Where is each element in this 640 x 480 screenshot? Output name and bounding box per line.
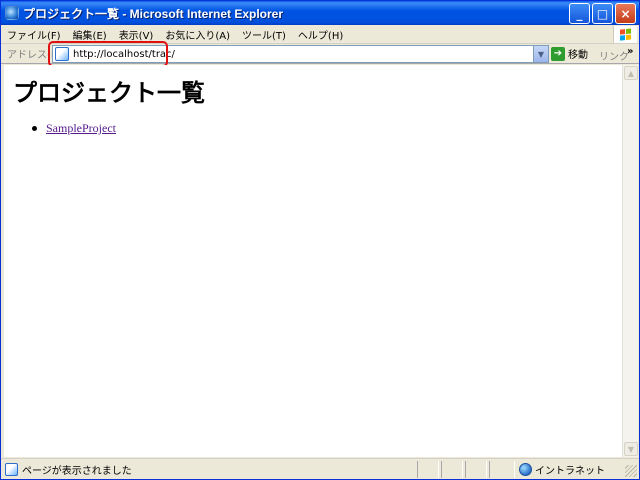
window-title: プロジェクト一覧 - Microsoft Internet Explorer: [23, 6, 284, 21]
scroll-up-icon[interactable]: ▲: [624, 66, 638, 80]
menu-view[interactable]: 表示(V): [113, 27, 160, 42]
close-button[interactable]: ×: [615, 3, 636, 24]
status-segment: [441, 461, 463, 478]
vertical-scrollbar[interactable]: ▲ ▼: [622, 65, 638, 457]
address-label: アドレス(D): [7, 50, 63, 61]
menu-file[interactable]: ファイル(F): [1, 27, 67, 42]
menu-edit[interactable]: 編集(E): [67, 27, 113, 42]
bullet-icon: [32, 126, 37, 131]
status-segment: [465, 461, 487, 478]
resize-grip-icon[interactable]: [625, 465, 637, 477]
page-content: プロジェクト一覧 SampleProject: [4, 65, 622, 457]
menu-help[interactable]: ヘルプ(H): [292, 27, 349, 42]
address-dropdown-icon[interactable]: ▼: [533, 46, 548, 62]
list-item: SampleProject: [32, 121, 116, 136]
window-controls: _ □ ×: [569, 3, 636, 24]
menu-tools[interactable]: ツール(T): [236, 27, 292, 42]
links-chevron-icon[interactable]: »: [627, 46, 633, 57]
browser-window: プロジェクト一覧 - Microsoft Internet Explorer _…: [0, 0, 640, 480]
minimize-button[interactable]: _: [569, 3, 590, 24]
go-arrow-icon: ➔: [551, 46, 565, 61]
zone-label: イントラネット: [535, 466, 605, 477]
globe-icon: [519, 463, 532, 476]
status-segment: [489, 461, 515, 478]
go-button[interactable]: ➔ 移動: [551, 46, 588, 61]
links-label[interactable]: リンク: [599, 48, 629, 63]
maximize-button[interactable]: □: [592, 3, 613, 24]
page-done-icon: [5, 462, 18, 476]
scroll-down-icon[interactable]: ▼: [624, 442, 638, 456]
status-bar: ページが表示されました イントラネット: [1, 458, 639, 479]
address-highlight-annotation: [48, 41, 168, 67]
ie-app-icon[interactable]: [5, 6, 19, 20]
title-bar[interactable]: プロジェクト一覧 - Microsoft Internet Explorer _…: [1, 1, 639, 25]
windows-logo-icon: [613, 26, 637, 43]
status-segment: [417, 461, 439, 478]
menu-favorites[interactable]: お気に入り(A): [159, 27, 236, 42]
security-zone[interactable]: イントラネット: [519, 462, 605, 477]
page-title: プロジェクト一覧: [13, 79, 205, 107]
project-list: SampleProject: [32, 121, 116, 136]
go-label: 移動: [568, 50, 588, 61]
status-text: ページが表示されました: [22, 465, 132, 477]
project-link[interactable]: SampleProject: [46, 121, 116, 136]
